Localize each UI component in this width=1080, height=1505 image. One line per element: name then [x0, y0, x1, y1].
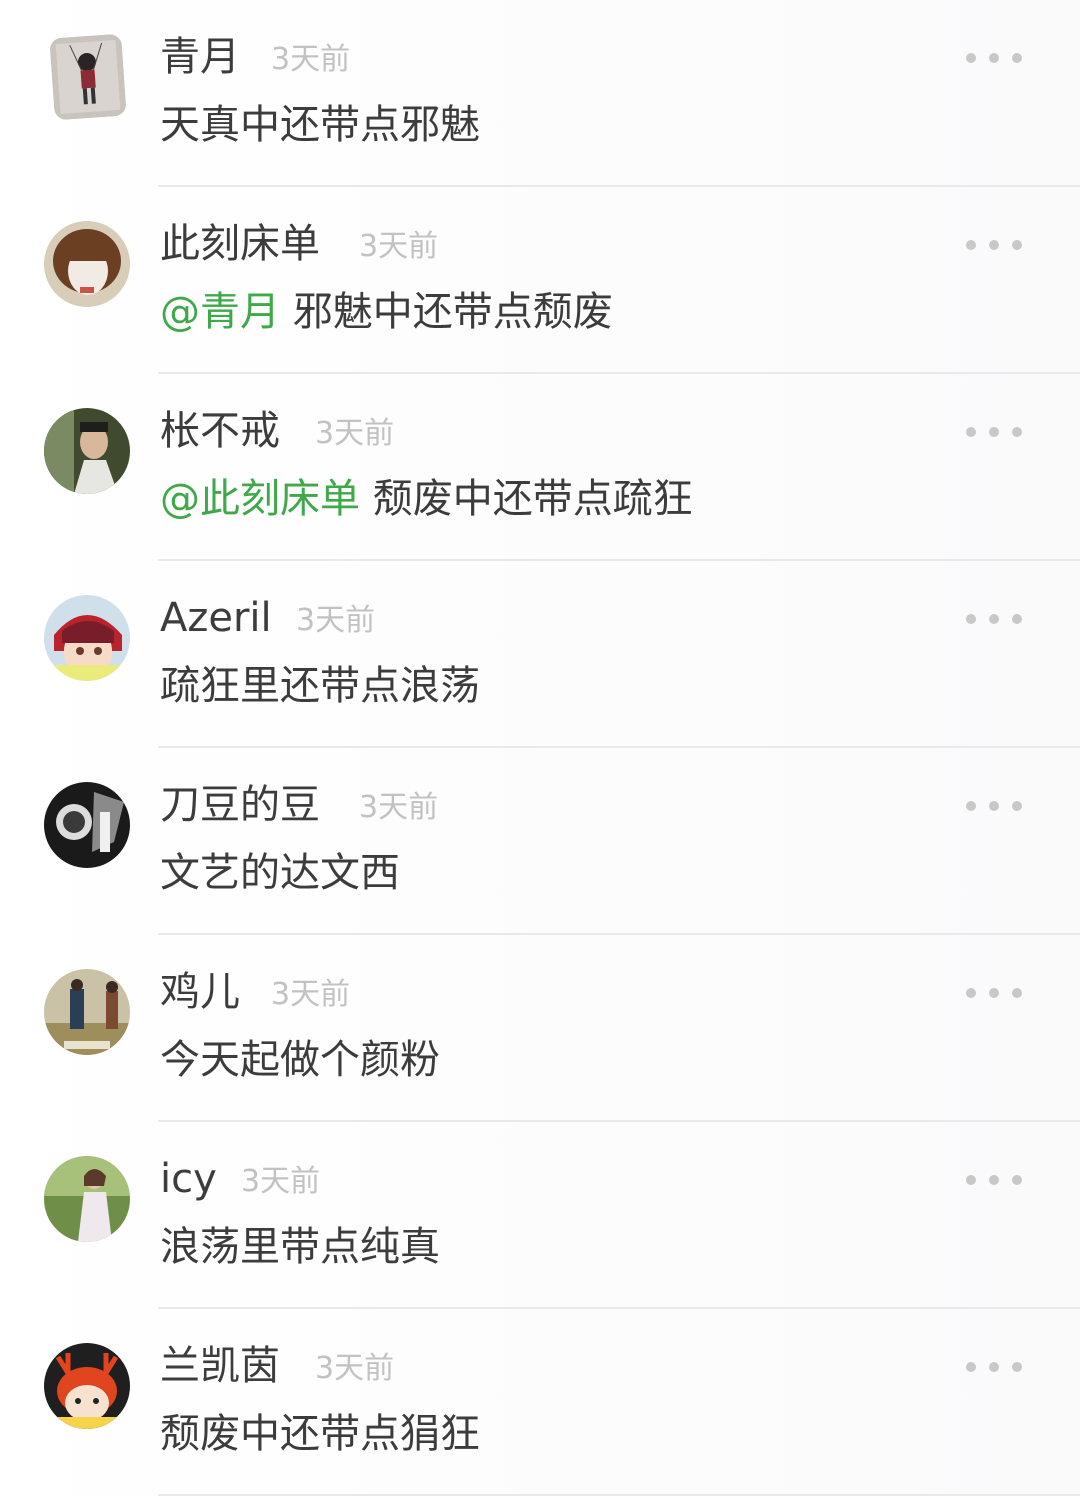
- more-dots-icon[interactable]: [966, 983, 1022, 1003]
- username[interactable]: icy: [160, 1152, 217, 1206]
- comment-text: 今天起做个颜粉: [160, 1033, 440, 1087]
- avatar[interactable]: [44, 595, 130, 681]
- comment-text: 天真中还带点邪魅: [160, 98, 480, 152]
- comment-text: @此刻床单 颓废中还带点疏狂: [160, 472, 693, 526]
- comment-text: 颓废中还带点狷狂: [160, 1407, 480, 1461]
- username[interactable]: 此刻床单: [160, 217, 320, 271]
- avatar-image: [44, 969, 130, 1055]
- username[interactable]: 鸡儿: [160, 965, 240, 1019]
- username[interactable]: 刀豆的豆: [160, 778, 320, 832]
- mention-link[interactable]: @青月: [160, 289, 280, 335]
- comment-text: 文艺的达文西: [160, 846, 400, 900]
- more-dots-icon[interactable]: [966, 422, 1022, 442]
- avatar-image: [44, 595, 130, 681]
- timestamp: 3天前: [315, 1351, 395, 1386]
- mention-link[interactable]: @此刻床单: [160, 476, 360, 522]
- avatar-image: [44, 408, 130, 494]
- comment-body: 颓废中还带点疏狂: [372, 476, 693, 522]
- username[interactable]: 枨不戒: [160, 404, 280, 458]
- timestamp: 3天前: [296, 603, 376, 638]
- timestamp: 3天前: [359, 229, 439, 264]
- comment-item: 刀豆的豆 3天前 文艺的达文西: [0, 748, 1080, 935]
- timestamp: 3天前: [359, 790, 439, 825]
- comment-body: 颓废中还带点狷狂: [160, 1411, 480, 1457]
- avatar[interactable]: [44, 408, 130, 494]
- avatar-image: [44, 221, 130, 307]
- comment-list: 青月 3天前 天真中还带点邪魅 此刻床单 3天前 @青月 邪魅中还带点颓废 枨不…: [0, 0, 1080, 1505]
- comment-item: 此刻床单 3天前 @青月 邪魅中还带点颓废: [0, 187, 1080, 374]
- avatar-image: [49, 33, 127, 121]
- avatar[interactable]: [44, 1343, 130, 1429]
- timestamp: 3天前: [241, 1164, 321, 1199]
- avatar-image: [44, 1343, 130, 1429]
- more-dots-icon[interactable]: [966, 48, 1022, 68]
- username[interactable]: Azeril: [160, 591, 272, 645]
- timestamp: 3天前: [315, 416, 395, 451]
- comment-text: @青月 邪魅中还带点颓废: [160, 285, 613, 339]
- comment-body: 邪魅中还带点颓废: [292, 289, 613, 335]
- more-dots-icon[interactable]: [966, 1357, 1022, 1377]
- comment-item: 兰凯茵 3天前 颓废中还带点狷狂: [0, 1309, 1080, 1496]
- comment-body: 今天起做个颜粉: [160, 1037, 440, 1083]
- avatar[interactable]: [44, 782, 130, 868]
- timestamp: 3天前: [271, 42, 351, 77]
- comment-item: 鸡儿 3天前 今天起做个颜粉: [0, 935, 1080, 1122]
- avatar[interactable]: [44, 1156, 130, 1242]
- comment-item: icy 3天前 浪荡里带点纯真: [0, 1122, 1080, 1309]
- more-dots-icon[interactable]: [966, 235, 1022, 255]
- avatar[interactable]: [44, 221, 130, 307]
- comment-body: 疏狂里还带点浪荡: [160, 663, 480, 709]
- comment-item: 青月 3天前 天真中还带点邪魅: [0, 0, 1080, 187]
- divider: [158, 1494, 1080, 1496]
- username[interactable]: 青月: [160, 30, 240, 84]
- comment-body: 天真中还带点邪魅: [160, 102, 480, 148]
- avatar-image: [44, 1156, 130, 1242]
- comment-body: 文艺的达文西: [160, 850, 400, 896]
- comment-item: 枨不戒 3天前 @此刻床单 颓废中还带点疏狂: [0, 374, 1080, 561]
- more-dots-icon[interactable]: [966, 1170, 1022, 1190]
- avatar-image: [44, 782, 130, 868]
- avatar[interactable]: [49, 33, 127, 121]
- comment-text: 浪荡里带点纯真: [160, 1220, 440, 1274]
- username[interactable]: 兰凯茵: [160, 1339, 280, 1393]
- comment-body: 浪荡里带点纯真: [160, 1224, 440, 1270]
- comment-item: Azeril 3天前 疏狂里还带点浪荡: [0, 561, 1080, 748]
- comment-text: 疏狂里还带点浪荡: [160, 659, 480, 713]
- more-dots-icon[interactable]: [966, 609, 1022, 629]
- more-dots-icon[interactable]: [966, 796, 1022, 816]
- timestamp: 3天前: [271, 977, 351, 1012]
- avatar[interactable]: [44, 969, 130, 1055]
